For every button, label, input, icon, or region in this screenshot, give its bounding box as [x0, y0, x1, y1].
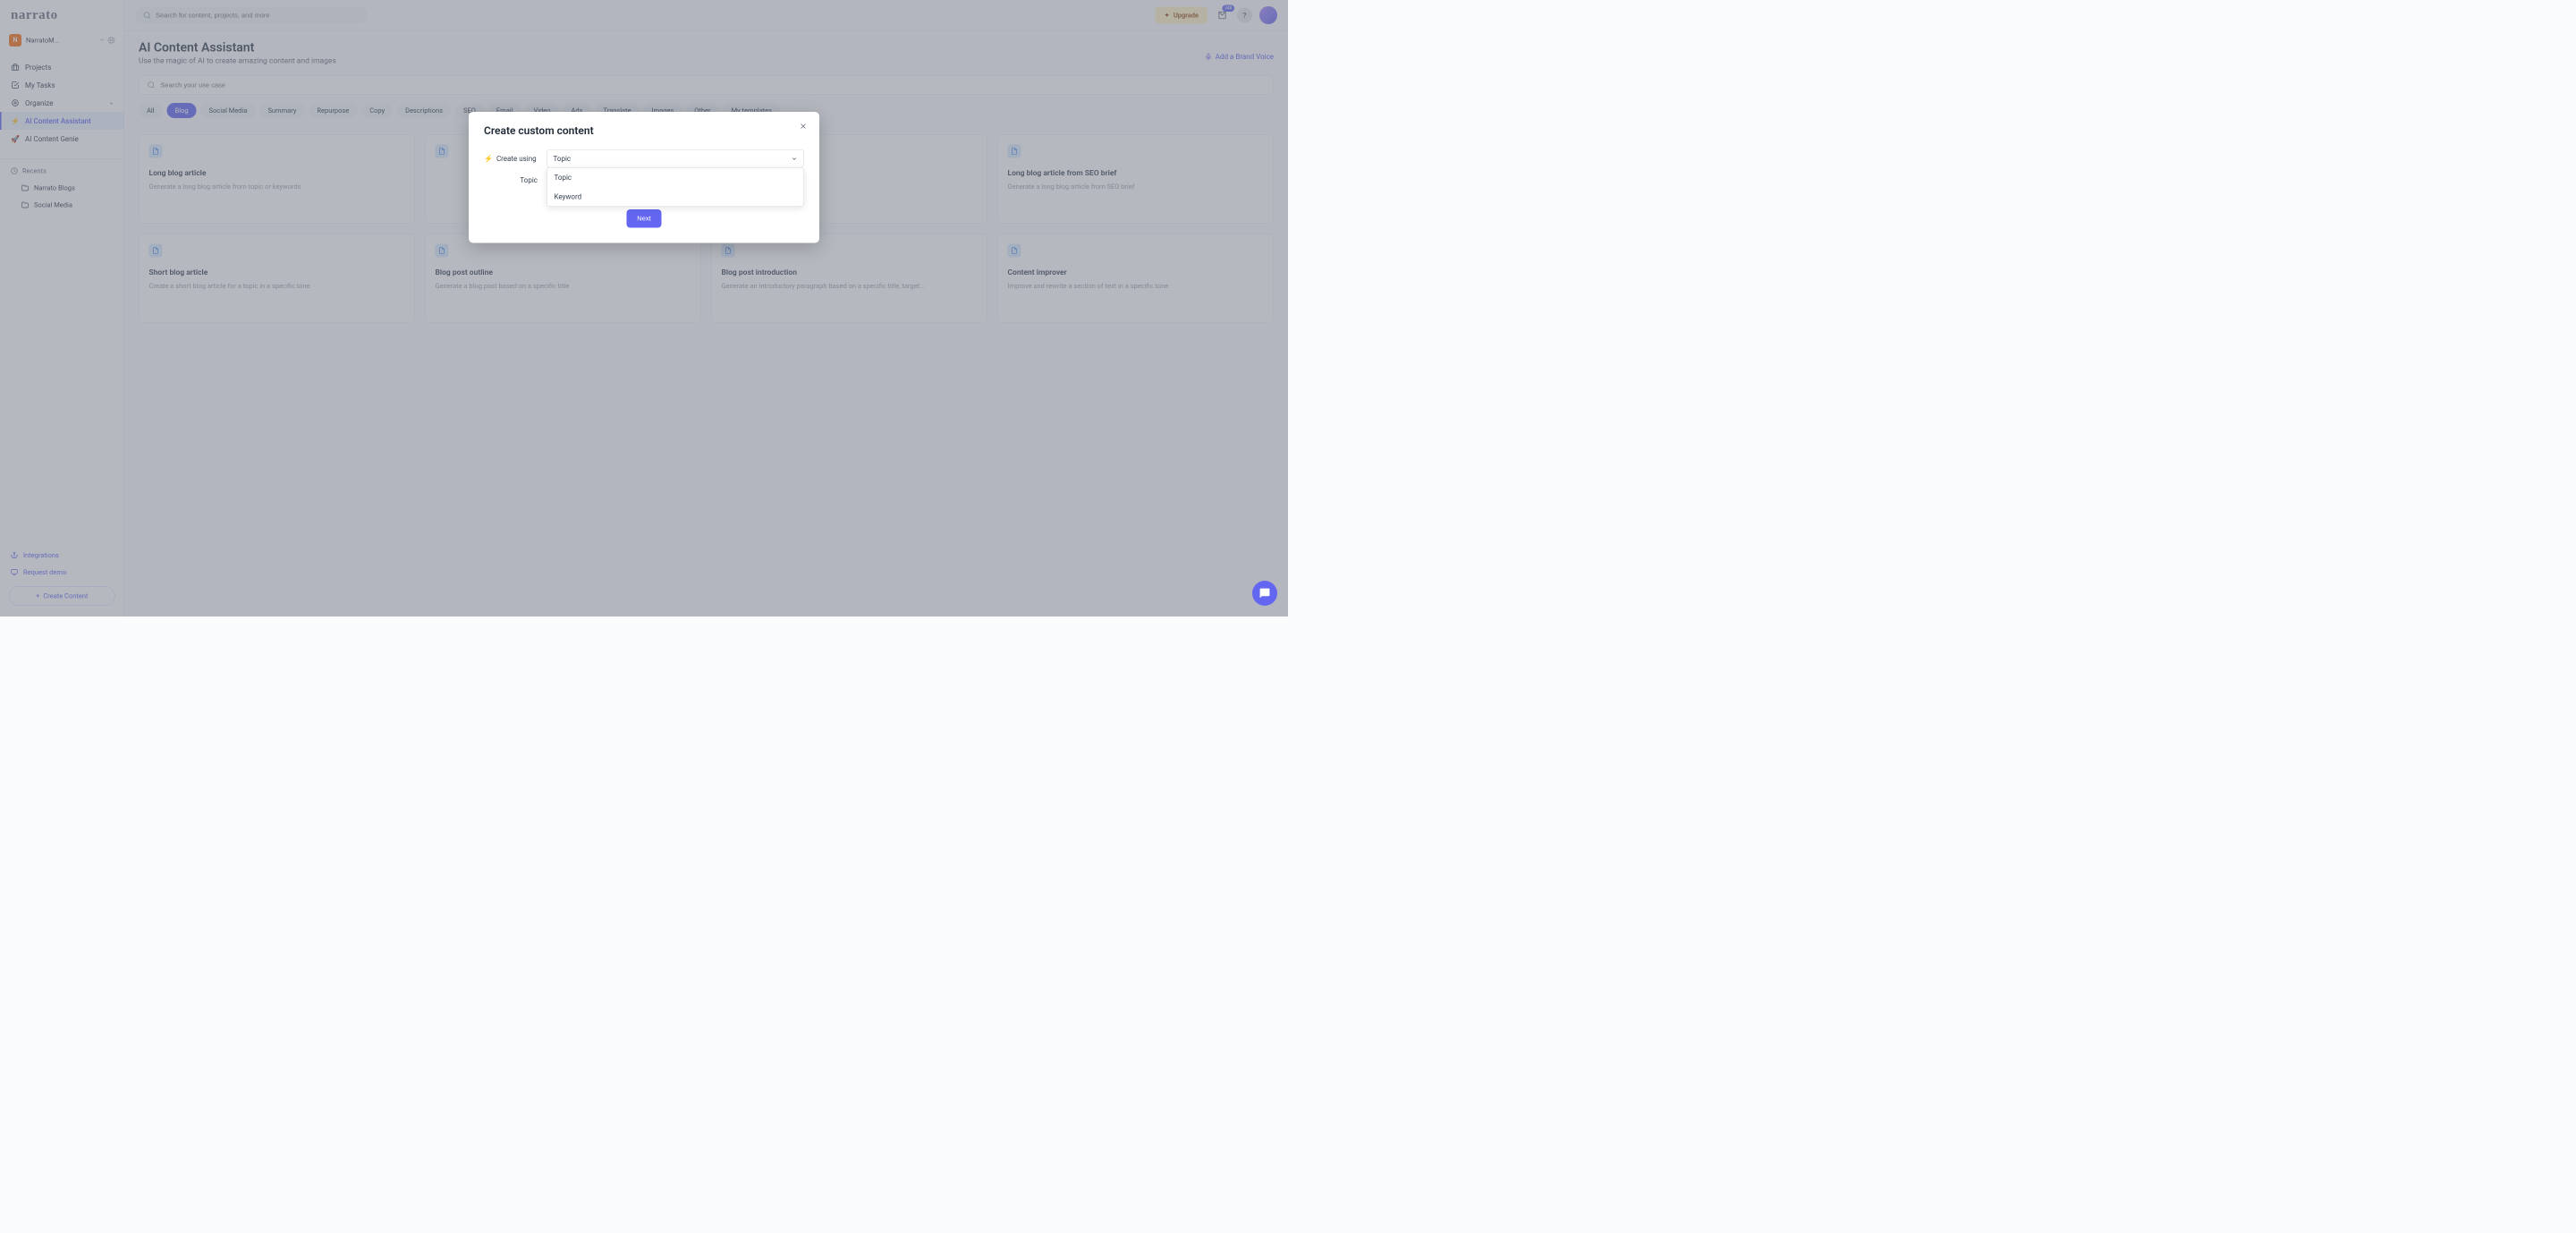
chevron-down-icon	[792, 156, 798, 162]
dropdown-option-keyword[interactable]: Keyword	[547, 187, 804, 207]
chat-icon	[1259, 588, 1271, 599]
lightning-icon: ⚡	[484, 155, 493, 164]
dropdown-option-topic[interactable]: Topic	[547, 168, 804, 188]
modal-overlay: Create custom content ⚡ Create using Top…	[0, 0, 1288, 616]
create-custom-content-modal: Create custom content ⚡ Create using Top…	[469, 112, 819, 243]
select-value: Topic	[554, 155, 572, 164]
next-button[interactable]: Next	[626, 209, 661, 228]
modal-title: Create custom content	[484, 124, 804, 137]
create-using-select[interactable]: Topic	[547, 149, 804, 168]
topic-label: Topic	[484, 176, 538, 185]
create-using-label: ⚡ Create using	[484, 155, 538, 164]
select-dropdown: Topic Keyword	[547, 167, 804, 207]
close-button[interactable]	[799, 122, 808, 131]
chat-fab[interactable]	[1252, 581, 1277, 606]
